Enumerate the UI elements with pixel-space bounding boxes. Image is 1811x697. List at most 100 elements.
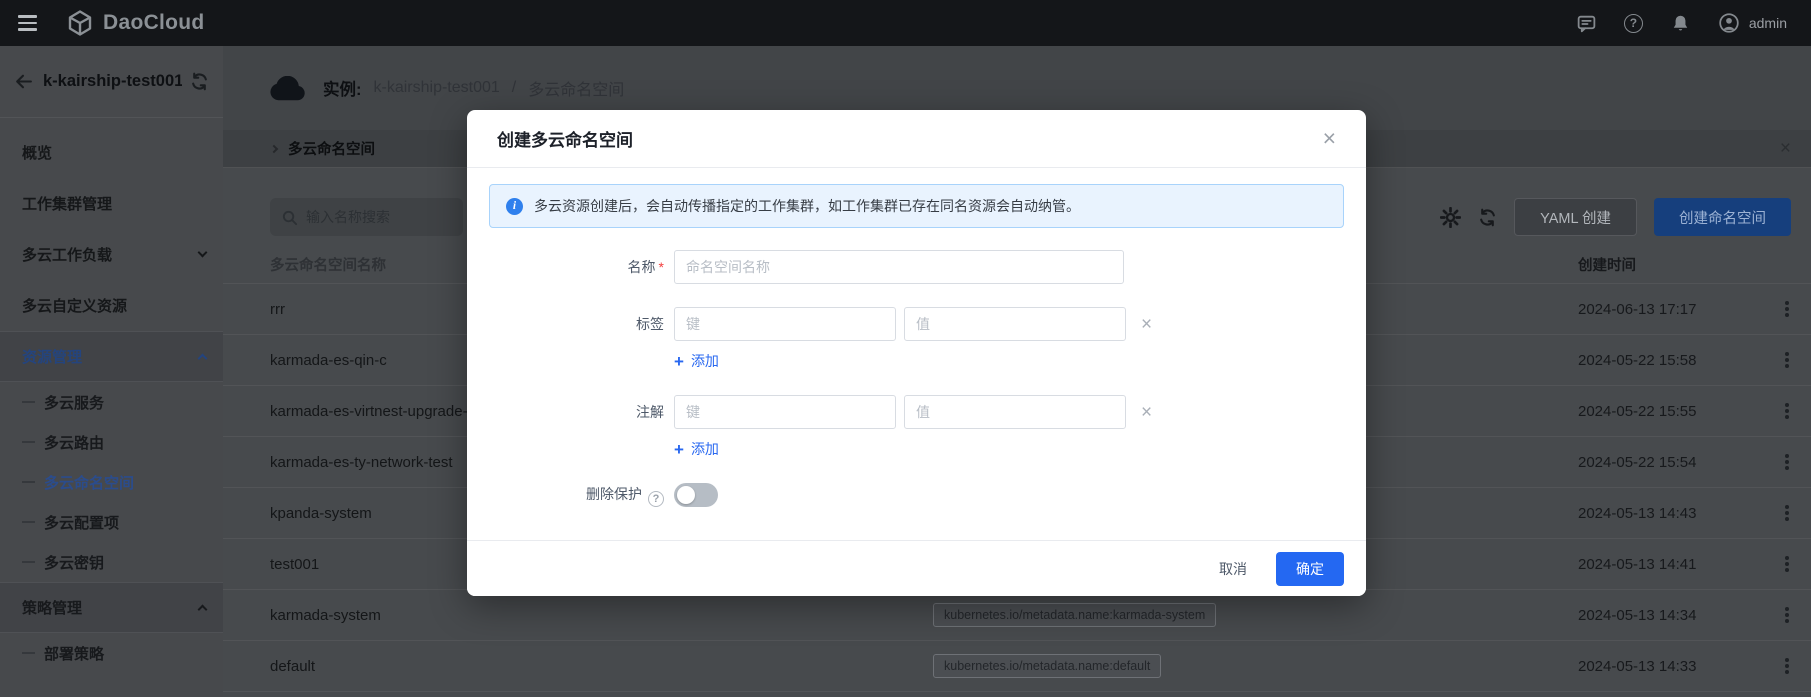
user-menu[interactable]: admin (1718, 12, 1787, 34)
row-actions-icon[interactable] (1785, 562, 1789, 566)
chevron-up-icon (198, 605, 208, 615)
add-label-button[interactable]: 添加 (674, 351, 719, 371)
sidebar-item-overview[interactable]: 概览 (0, 127, 223, 178)
table-row: karmada-system kubernetes.io/metadata.na… (223, 590, 1811, 641)
create-namespace-button[interactable]: 创建命名空间 (1654, 198, 1791, 236)
gear-icon[interactable] (1440, 207, 1461, 228)
sidebar-group-resource-management[interactable]: 资源管理 (0, 331, 223, 382)
yaml-create-button[interactable]: YAML 创建 (1514, 198, 1637, 236)
annotation-key-input[interactable] (674, 395, 896, 429)
created-time: 2024-05-22 15:54 (1578, 454, 1763, 471)
annotations-field-label: 注解 (489, 402, 674, 422)
sidebar: k-kairship-test001 概览 工作集群管理 多云工作负载 多云自定… (0, 46, 223, 697)
add-annotation-button[interactable]: 添加 (674, 439, 719, 459)
sidebar-item-multicloud-secrets[interactable]: 多云密钥 (0, 542, 223, 582)
switch-instance-icon[interactable] (190, 72, 209, 91)
sidebar-group-policy-management[interactable]: 策略管理 (0, 582, 223, 633)
row-actions-icon[interactable] (1785, 511, 1789, 515)
namespace-name[interactable]: default (223, 658, 933, 675)
sidebar-item-multicloud-namespaces[interactable]: 多云命名空间 (0, 462, 223, 502)
daocloud-logo-icon (67, 10, 93, 36)
search-box (270, 198, 463, 236)
created-time: 2024-06-13 17:17 (1578, 301, 1763, 318)
remove-label-icon[interactable] (1141, 315, 1152, 334)
created-time: 2024-05-22 15:58 (1578, 352, 1763, 369)
label-value-input[interactable] (904, 307, 1126, 341)
breadcrumb-separator: / (512, 79, 516, 97)
create-namespace-modal: 创建多云命名空间 多云资源创建后，会自动传播指定的工作集群，如工作集群已存在同名… (467, 110, 1366, 596)
avatar-icon[interactable] (1718, 12, 1740, 34)
notification-bell-icon[interactable] (1670, 13, 1691, 34)
row-actions-icon[interactable] (1785, 307, 1789, 311)
search-input[interactable] (306, 209, 452, 225)
labels-field-row: 标签 (489, 307, 1344, 341)
row-actions-icon[interactable] (1785, 409, 1789, 413)
search-icon (281, 209, 298, 226)
column-header-created-time: 创建时间 (1578, 254, 1763, 275)
tree-dash (22, 521, 35, 523)
tree-dash (22, 481, 35, 483)
help-tooltip-icon[interactable] (648, 491, 664, 507)
remove-annotation-icon[interactable] (1141, 403, 1152, 422)
name-field-label: 名称 (628, 259, 656, 275)
label-key-input[interactable] (674, 307, 896, 341)
confirm-button[interactable]: 确定 (1276, 552, 1344, 586)
delete-protection-toggle[interactable] (674, 483, 718, 507)
modal-footer: 取消 确定 (467, 540, 1366, 596)
sidebar-item-multicloud-services[interactable]: 多云服务 (0, 382, 223, 422)
brand: DaoCloud (67, 10, 205, 36)
delete-protection-label: 删除保护 (586, 486, 642, 502)
sidebar-item-multicloud-configmaps[interactable]: 多云配置项 (0, 502, 223, 542)
username[interactable]: admin (1749, 15, 1787, 31)
brand-name: DaoCloud (103, 11, 205, 35)
tree-dash (22, 561, 35, 563)
topbar-actions: admin (1576, 12, 1787, 34)
chevron-right-icon[interactable] (270, 144, 278, 152)
required-mark: * (659, 259, 664, 275)
breadcrumb-instance[interactable]: k-kairship-test001 (374, 79, 500, 97)
tree-dash (22, 441, 35, 443)
sidebar-item-multicloud-routes[interactable]: 多云路由 (0, 422, 223, 462)
created-time: 2024-05-22 15:55 (1578, 403, 1763, 420)
sidebar-header: k-kairship-test001 (0, 46, 223, 118)
info-banner: 多云资源创建后，会自动传播指定的工作集群，如工作集群已存在同名资源会自动纳管。 (489, 184, 1344, 228)
info-banner-text: 多云资源创建后，会自动传播指定的工作集群，如工作集群已存在同名资源会自动纳管。 (534, 196, 1080, 216)
sidebar-item-custom-resources[interactable]: 多云自定义资源 (0, 280, 223, 331)
row-actions-icon[interactable] (1785, 358, 1789, 362)
created-time: 2024-05-13 14:43 (1578, 505, 1763, 522)
instance-name: k-kairship-test001 (43, 72, 182, 91)
row-actions-icon[interactable] (1785, 664, 1789, 668)
topbar: DaoCloud (0, 0, 1811, 46)
label-chip: kubernetes.io/metadata.name:default (933, 654, 1161, 678)
tree-dash (22, 401, 35, 403)
namespace-name[interactable]: karmada-system (223, 607, 933, 624)
toolbar-actions: YAML 创建 创建命名空间 (1440, 198, 1791, 236)
row-actions-icon[interactable] (1785, 613, 1789, 617)
modal-title: 创建多云命名空间 (497, 126, 1323, 151)
created-time: 2024-05-13 14:34 (1578, 607, 1763, 624)
cancel-button[interactable]: 取消 (1219, 559, 1247, 579)
section-tab-label: 多云命名空间 (288, 138, 375, 159)
refresh-icon[interactable] (1478, 208, 1497, 227)
plus-icon (674, 441, 684, 458)
message-icon[interactable] (1576, 13, 1597, 34)
created-time: 2024-05-13 14:41 (1578, 556, 1763, 573)
back-arrow-icon[interactable] (14, 72, 33, 91)
help-icon[interactable] (1624, 14, 1643, 33)
info-icon (506, 198, 523, 215)
sidebar-item-multicloud-workloads[interactable]: 多云工作负载 (0, 229, 223, 280)
table-row: default kubernetes.io/metadata.name:defa… (223, 641, 1811, 692)
label-chip: kubernetes.io/metadata.name:karmada-syst… (933, 603, 1216, 627)
close-icon[interactable] (1780, 139, 1791, 158)
annotation-value-input[interactable] (904, 395, 1126, 429)
row-actions-icon[interactable] (1785, 460, 1789, 464)
app-root: DaoCloud (0, 0, 1811, 697)
modal-close-icon[interactable] (1323, 127, 1336, 150)
sidebar-item-cluster-management[interactable]: 工作集群管理 (0, 178, 223, 229)
modal-body: 多云资源创建后，会自动传播指定的工作集群，如工作集群已存在同名资源会自动纳管。 … (467, 168, 1366, 507)
sidebar-item-deployment-policy[interactable]: 部署策略 (0, 633, 223, 673)
hamburger-menu-icon[interactable] (18, 15, 37, 31)
namespace-name-input[interactable] (674, 250, 1124, 284)
chevron-up-icon (198, 354, 208, 364)
tree-dash (22, 652, 35, 654)
